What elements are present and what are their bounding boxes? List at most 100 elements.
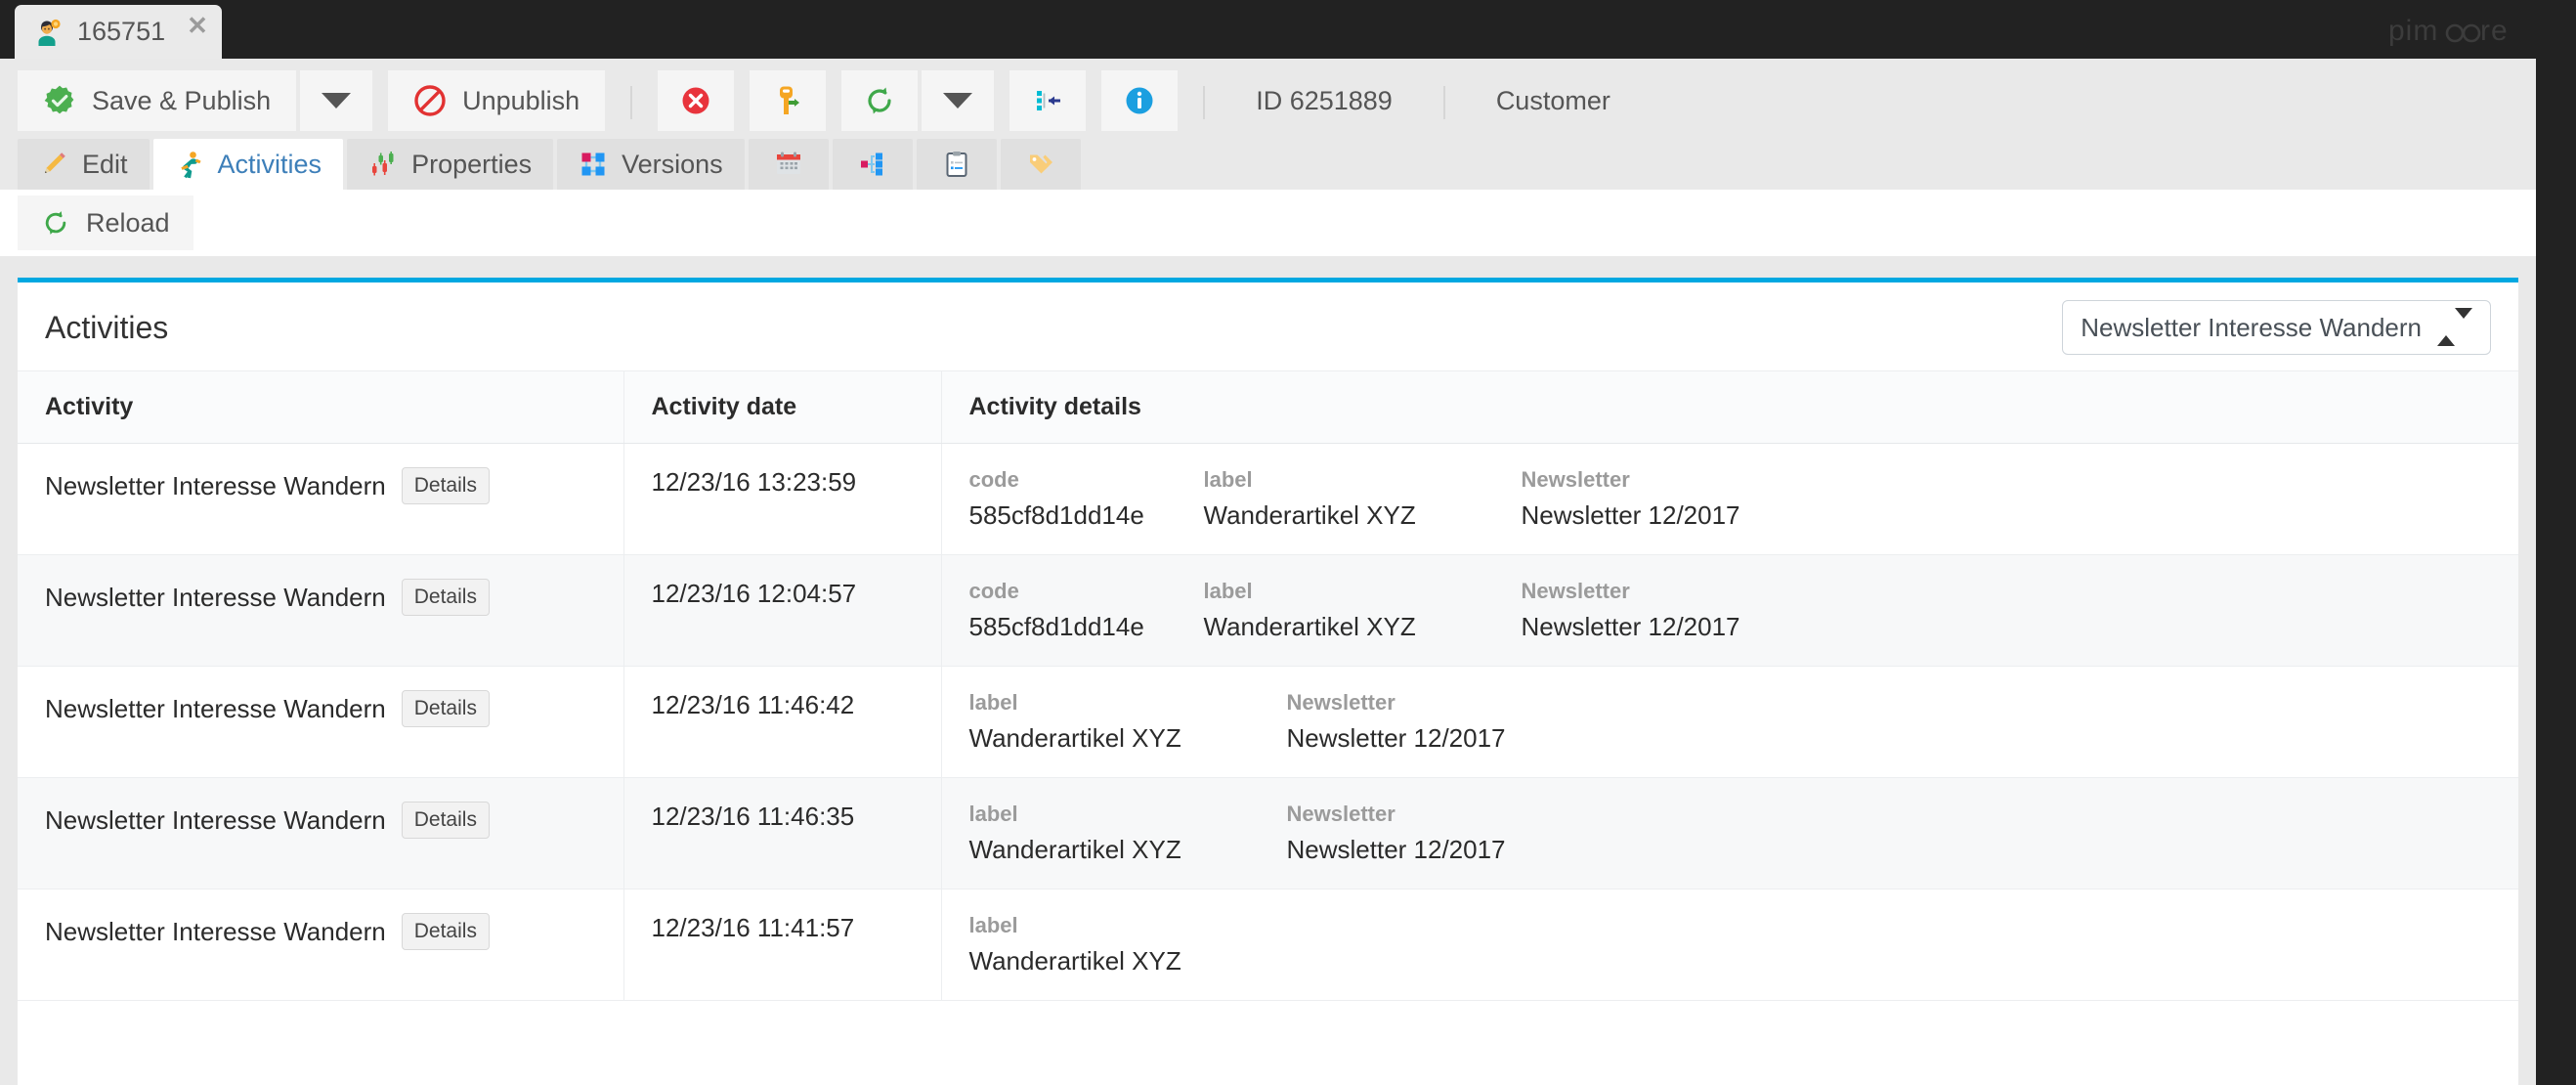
cell-activity: Newsletter Interesse WandernDetails [18, 444, 623, 555]
svg-text:pim: pim [2388, 15, 2438, 47]
detail-field: labelWanderartikel XYZ [969, 690, 1287, 754]
cell-activity-details: label Wanderartikel XYZ [941, 890, 2518, 1001]
detail-field-value: Newsletter 12/2017 [1522, 500, 1839, 531]
table-row: Newsletter Interesse WandernDetails 12/23… [18, 444, 2518, 555]
detail-field-key: Newsletter [1522, 579, 1839, 604]
cell-activity-date: 12/23/16 12:04:57 [623, 555, 941, 667]
cell-activity-details: code 585cf8d1dd14elabel Wanderartikel XYZN… [941, 555, 2518, 667]
toolbar-separator [630, 86, 632, 119]
column-header-activity-details[interactable]: Activity details [941, 371, 2518, 444]
column-header-activity[interactable]: Activity [18, 371, 623, 444]
save-and-publish-button[interactable]: Save & Publish [18, 70, 296, 131]
detail-field-key: label [969, 690, 1287, 716]
calendar-icon [774, 150, 803, 179]
reload-button-label: Reload [86, 208, 170, 239]
activity-cell-content: Newsletter Interesse WandernDetails [45, 690, 623, 727]
tab-properties-label: Properties [411, 150, 532, 180]
activities-table-body: Newsletter Interesse Wandern Details 12/23… [18, 444, 2518, 1001]
detail-field-value: Wanderartikel XYZ [1204, 612, 1522, 642]
toolbar-gap [994, 70, 1009, 135]
unpublish-label: Unpublish [462, 86, 580, 116]
permissions-key-button[interactable] [750, 70, 826, 131]
unpublish-button[interactable]: Unpublish [388, 70, 605, 131]
reload-button[interactable]: Reload [18, 195, 193, 250]
detail-field-key: label [1204, 579, 1522, 604]
caret-down-icon [943, 93, 972, 108]
detail-field-key: code [969, 579, 1204, 604]
activities-panel: Activities Newsletter Interesse Wandern … [18, 278, 2518, 1085]
table-row: Newsletter Interesse Wandern Details 12/23… [18, 890, 2518, 1001]
object-toolbar: Save & Publish Unpublish [0, 59, 2536, 135]
tab-versions[interactable]: Versions [557, 139, 745, 190]
detail-field-value: 585cf8d1dd14e [969, 612, 1204, 642]
tab-properties[interactable]: Properties [347, 139, 553, 190]
detail-field-value: Newsletter 12/2017 [1522, 612, 1839, 642]
tab-versions-label: Versions [622, 150, 723, 180]
toolbar-gap [1086, 70, 1101, 135]
detail-field-key: label [969, 913, 1287, 938]
activity-date: 12/23/16 13:23:59 [652, 467, 857, 497]
green-refresh-icon [41, 208, 70, 238]
detail-field-key: Newsletter [1522, 467, 1839, 493]
activity-name: Newsletter Interesse Wandern [45, 805, 386, 836]
tab-dependencies[interactable] [833, 139, 913, 190]
document-tab-label: 165751 [77, 17, 165, 47]
table-header-row: Activity Activity date Activity details [18, 371, 2518, 444]
green-check-badge-icon [43, 84, 76, 117]
column-header-activity-date[interactable]: Activity date [623, 371, 941, 444]
runner-icon [175, 150, 204, 179]
detail-field-group: code585cf8d1dd14elabelWanderartikel XYZN… [969, 467, 2519, 531]
tab-activities[interactable]: Activities [153, 139, 344, 190]
details-button[interactable]: Details [402, 913, 490, 950]
activity-name: Newsletter Interesse Wandern [45, 917, 386, 947]
caret-down-icon [322, 93, 351, 108]
activity-date: 12/23/16 12:04:57 [652, 579, 857, 608]
details-button[interactable]: Details [402, 690, 490, 727]
pencil-icon [39, 150, 68, 179]
object-id-text: ID 6251889 [1230, 70, 1418, 131]
detail-field-group: code 585cf8d1dd14elabel Wanderartikel XYZN… [969, 579, 2519, 642]
close-icon[interactable]: ✕ [187, 13, 208, 38]
details-button[interactable]: Details [402, 467, 490, 504]
table-row: Newsletter Interesse WandernDetails12/23… [18, 667, 2518, 778]
toolbar-gap [826, 70, 841, 135]
activity-type-select[interactable]: Newsletter Interesse Wandern [2062, 300, 2491, 355]
delete-button[interactable] [658, 70, 734, 131]
detail-field: NewsletterNewsletter 12/2017 [1287, 690, 1605, 754]
detail-field-group: labelWanderartikel XYZNewsletterNewslett… [969, 690, 2519, 754]
activity-cell-content: Newsletter Interesse WandernDetails [45, 579, 623, 616]
activity-type-select-value: Newsletter Interesse Wandern [2081, 313, 2422, 343]
details-button[interactable]: Details [402, 579, 490, 616]
red-x-circle-icon [679, 84, 712, 117]
detail-field-value: Wanderartikel XYZ [1204, 500, 1522, 531]
cell-activity-details: code585cf8d1dd14elabelWanderartikel XYZN… [941, 444, 2518, 555]
tab-edit[interactable]: Edit [18, 139, 150, 190]
detail-field-value: Wanderartikel XYZ [969, 946, 1287, 976]
detail-field: code585cf8d1dd14e [969, 467, 1204, 531]
tab-notes-events[interactable] [917, 139, 997, 190]
cell-activity-details: labelWanderartikel XYZNewsletterNewslett… [941, 778, 2518, 890]
detail-field: label Wanderartikel XYZ [1204, 579, 1522, 642]
cell-activity: Newsletter Interesse Wandern Details [18, 890, 623, 1001]
reload-dropdown-button[interactable] [922, 70, 994, 131]
details-button[interactable]: Details [402, 802, 490, 839]
cell-activity-date: 12/23/16 13:23:59 [623, 444, 941, 555]
detail-field: labelWanderartikel XYZ [969, 802, 1287, 865]
cell-activity-date: 12/23/16 11:41:57 [623, 890, 941, 1001]
green-refresh-icon [863, 84, 896, 117]
locate-in-tree-button[interactable] [1009, 70, 1086, 131]
save-dropdown-button[interactable] [300, 70, 372, 131]
tab-schedule[interactable] [749, 139, 829, 190]
tab-tags[interactable] [1001, 139, 1081, 190]
nodes-graph-icon [579, 150, 608, 179]
info-button[interactable] [1101, 70, 1178, 131]
toolbar-separator [1443, 86, 1445, 119]
detail-field-key: label [969, 802, 1287, 827]
toolbar-gap [734, 70, 750, 135]
sitemap-icon [858, 150, 887, 179]
reload-object-button[interactable] [841, 70, 918, 131]
document-tab-165751[interactable]: 165751 ✕ [15, 5, 222, 59]
tags-icon [1026, 150, 1055, 179]
cell-activity-date: 12/23/16 11:46:42 [623, 667, 941, 778]
object-type-text: Customer [1471, 70, 1636, 131]
